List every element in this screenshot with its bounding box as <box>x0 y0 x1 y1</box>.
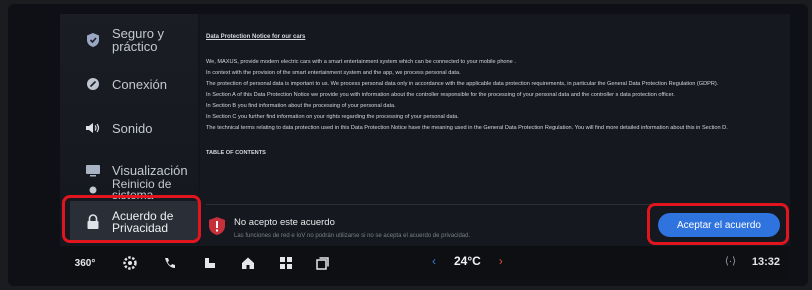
phone-icon[interactable] <box>162 255 178 271</box>
temperature-increase-button[interactable]: › <box>499 254 503 268</box>
temperature-decrease-button[interactable]: ‹ <box>432 254 436 268</box>
sidebar-item-sound[interactable]: Sonido <box>70 110 198 146</box>
settings-icon[interactable] <box>122 255 138 271</box>
camera-360-button[interactable]: 360° <box>74 255 96 271</box>
shield-warning-icon <box>208 216 226 236</box>
toc-heading: TABLE OF CONTENTS <box>206 150 266 156</box>
apps-grid-icon[interactable] <box>278 255 294 271</box>
document-line: In Section A of this Data Protection Not… <box>206 92 675 98</box>
privacy-document[interactable]: Data Protection Notice for our cars We, … <box>206 32 786 202</box>
bottom-bar: 360° ‹ 24°C › ⟨·⟩ 13:32 <box>60 246 790 280</box>
document-line: The technical terms relating to data pro… <box>206 125 728 131</box>
highlight-accept-button <box>647 203 789 245</box>
shield-icon <box>84 31 102 49</box>
car-seat-icon[interactable] <box>202 255 218 271</box>
document-line: In Section C you further find informatio… <box>206 114 459 120</box>
document-line: In Section B you find information about … <box>206 103 396 109</box>
reject-title: No acepto este acuerdo <box>234 217 335 228</box>
signal-icon: ⟨·⟩ <box>724 256 736 267</box>
reject-option[interactable]: No acepto este acuerdo Las funciones de … <box>208 212 608 246</box>
sidebar-item-label: Seguro y práctico <box>112 26 165 54</box>
clock-time: 13:32 <box>751 256 780 268</box>
temperature-value: 24°C <box>454 254 481 268</box>
document-title: Data Protection Notice for our cars <box>206 34 306 40</box>
sidebar-item-label: Conexión <box>112 76 167 92</box>
speaker-icon <box>84 119 102 137</box>
highlight-privacy-menu <box>62 195 201 243</box>
document-line: We, MAXUS, provide modern electric cars … <box>206 59 516 65</box>
reject-subtitle: Las funciones de red e IoV no podrán uti… <box>234 233 471 239</box>
home-icon[interactable] <box>240 255 256 271</box>
multi-window-icon[interactable] <box>314 255 330 271</box>
climate-control: ‹ 24°C › <box>432 254 503 268</box>
sidebar-item-label: Sonido <box>112 120 153 136</box>
link-icon <box>84 75 102 93</box>
document-line: In context with the provision of the sma… <box>206 70 461 76</box>
sidebar-item-connection[interactable]: Conexión <box>70 66 198 102</box>
sidebar-item-security[interactable]: Seguro y práctico <box>70 22 198 58</box>
document-line: The protection of personal data is impor… <box>206 81 719 87</box>
